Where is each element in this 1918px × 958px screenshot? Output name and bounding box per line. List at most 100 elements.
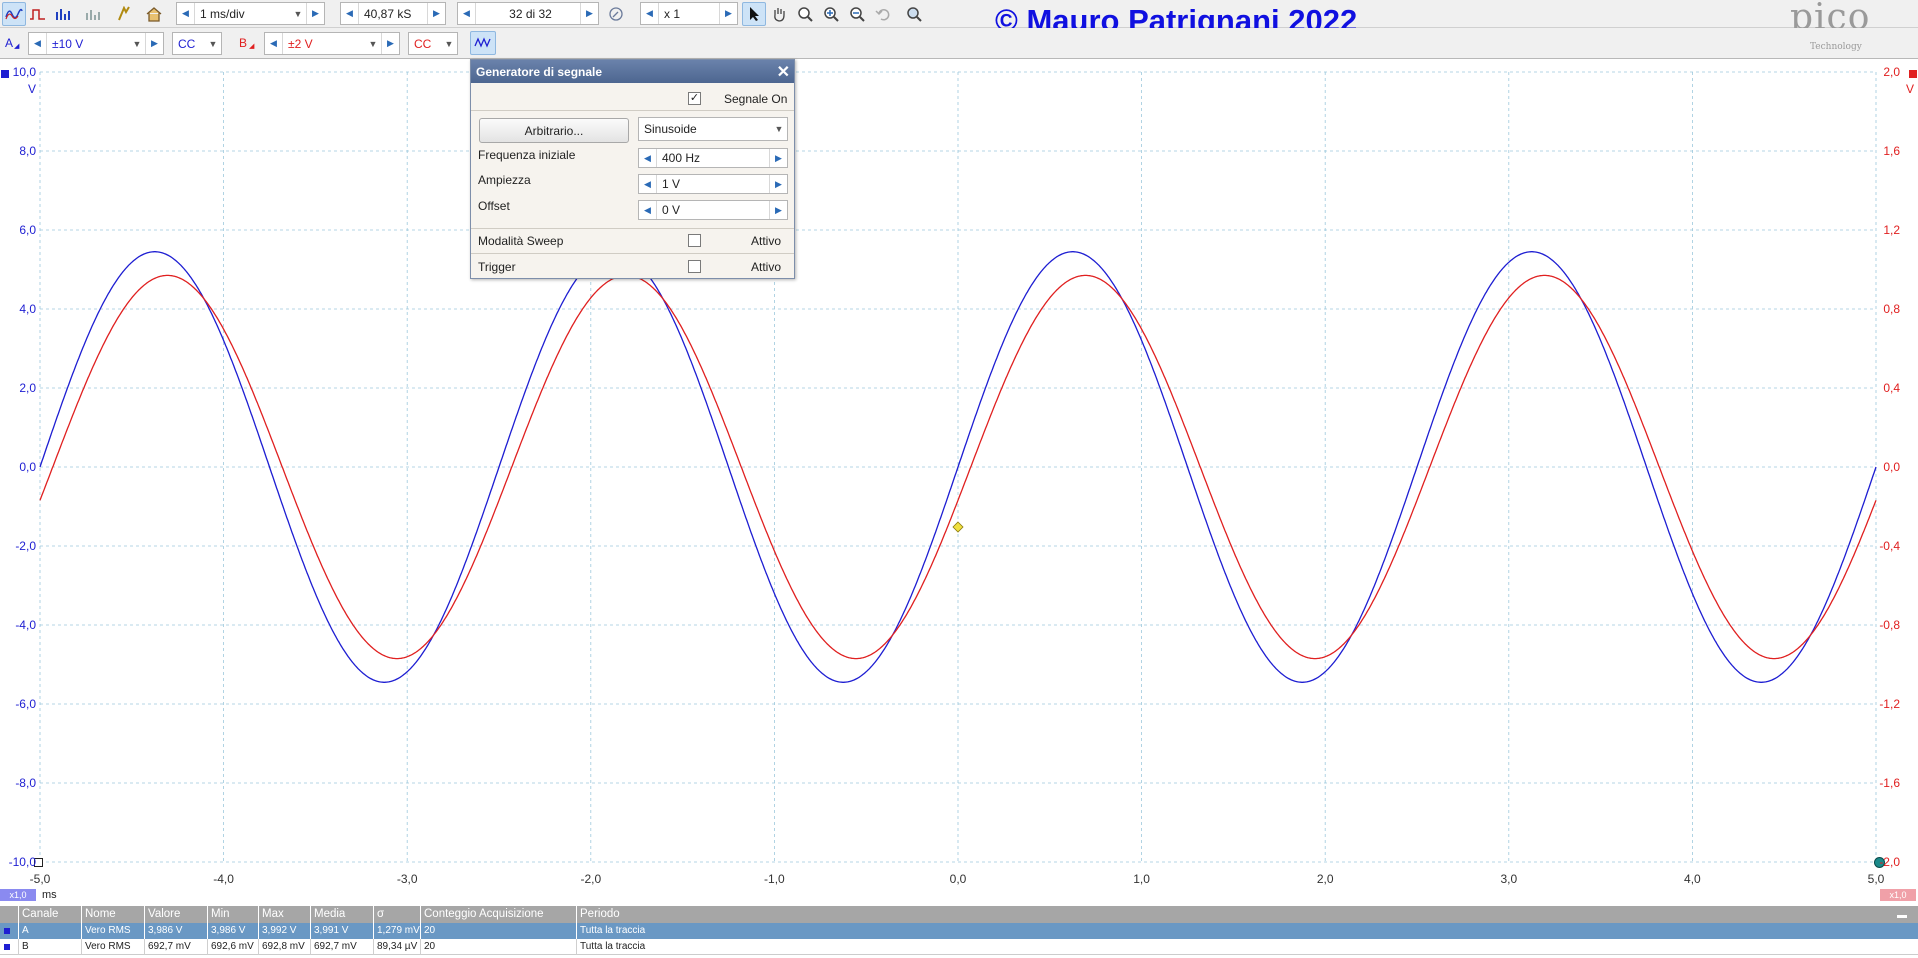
sweep-active-label: Attivo	[751, 234, 782, 248]
channel-b-coupling-select[interactable]: CC ▼	[408, 32, 458, 55]
channel-b-range-increase-icon[interactable]: ▶	[381, 33, 399, 54]
zoom-in-icon[interactable]	[819, 2, 843, 26]
trigger-label: Trigger	[478, 260, 516, 274]
table-row[interactable]: B Vero RMS 692,7 mV 692,6 mV 692,8 mV 69…	[0, 939, 1918, 955]
channel-b-range-decrease-icon[interactable]: ◀	[265, 33, 283, 54]
channel-a-menu-icon[interactable]: ◢	[14, 42, 19, 50]
pico-logo-subtitle: Technology	[1810, 42, 1862, 52]
channel-options-icon[interactable]	[82, 2, 106, 26]
signal-generator-toggle-icon[interactable]	[470, 31, 496, 55]
zoom-region-icon[interactable]	[793, 2, 817, 26]
channel-a-range-decrease-icon[interactable]: ◀	[29, 33, 47, 54]
offset-increase-icon[interactable]: ▶	[769, 201, 787, 219]
table-row[interactable]: A Vero RMS 3,986 V 3,986 V 3,992 V 3,991…	[0, 923, 1918, 939]
y-left-tick-label: 10,0	[12, 65, 36, 79]
spectrum-mode-icon[interactable]	[52, 2, 76, 26]
samples-value: 40,87 kS	[364, 6, 412, 21]
scope-mode-icon[interactable]	[2, 2, 26, 26]
dialog-titlebar[interactable]: Generatore di segnale ✕	[471, 60, 794, 83]
offset-decrease-icon[interactable]: ◀	[639, 201, 657, 219]
buffer-previous-icon[interactable]: ◀	[458, 3, 476, 24]
zoom-factor-value: x 1	[664, 6, 681, 21]
amplitude-decrease-icon[interactable]: ◀	[639, 175, 657, 193]
start-frequency-field[interactable]: ◀ 400 Hz ▶	[638, 148, 788, 168]
offset-field[interactable]: ◀ 0 V ▶	[638, 200, 788, 220]
column-header[interactable]: Canale	[18, 906, 81, 923]
channel-b-marker-icon[interactable]	[1909, 70, 1917, 78]
samples-selector[interactable]: ◀ 40,87 kS ▶	[340, 2, 446, 25]
table-cell: 3,992 V	[258, 923, 310, 939]
timebase-selector[interactable]: ◀ 1 ms/div ▼ ▶	[176, 2, 325, 25]
start-frequency-value: 400 Hz	[662, 151, 701, 165]
x-tick-label: 3,0	[1500, 872, 1518, 886]
samples-decrease-icon[interactable]: ◀	[341, 3, 359, 24]
channel-a-coupling-select[interactable]: CC ▼	[172, 32, 222, 55]
chevron-down-icon[interactable]: ▼	[129, 39, 145, 49]
table-cell: 20	[420, 923, 576, 939]
channel-b-label[interactable]: B	[239, 36, 247, 50]
undo-zoom-icon[interactable]	[871, 2, 895, 26]
divider	[471, 253, 794, 254]
buffer-navigator[interactable]: ◀ 32 di 32 ▶	[457, 2, 599, 25]
timebase-decrease-icon[interactable]: ◀	[177, 3, 195, 24]
buffer-next-icon[interactable]: ▶	[580, 3, 598, 24]
signal-generator-dialog: Generatore di segnale ✕ ✓ Segnale On Arb…	[470, 59, 795, 279]
channel-a-range-increase-icon[interactable]: ▶	[145, 33, 163, 54]
amplitude-field[interactable]: ◀ 1 V ▶	[638, 174, 788, 194]
chevron-down-icon[interactable]: ▼	[205, 39, 221, 49]
waveform-select[interactable]: Sinusoide ▼	[638, 117, 788, 141]
waveform-plot[interactable]	[0, 60, 1918, 907]
channel-a-coupling-value: CC	[178, 36, 196, 51]
y-left-tick-label: 8,0	[19, 144, 36, 158]
zoom-out-icon[interactable]	[845, 2, 869, 26]
chevron-down-icon[interactable]: ▼	[365, 39, 381, 49]
persistence-mode-icon[interactable]	[26, 2, 50, 26]
y-right-tick-label: -1,6	[1879, 776, 1900, 790]
column-header[interactable]: Periodo	[576, 906, 1896, 923]
trigger-active-checkbox[interactable]	[688, 260, 701, 273]
x-scale-right-badge[interactable]: x1,0	[1880, 889, 1916, 901]
y-right-tick-label: 0,8	[1883, 302, 1900, 316]
start-frequency-decrease-icon[interactable]: ◀	[639, 149, 657, 167]
amplitude-increase-icon[interactable]: ▶	[769, 175, 787, 193]
signal-generator-icon[interactable]	[112, 2, 136, 26]
column-header[interactable]: Conteggio Acquisizione	[420, 906, 576, 923]
start-frequency-increase-icon[interactable]: ▶	[769, 149, 787, 167]
channel-a-label[interactable]: A	[5, 36, 13, 50]
column-header[interactable]: Min	[207, 906, 258, 923]
hand-tool-icon[interactable]	[767, 2, 791, 26]
y-left-tick-label: -8,0	[15, 776, 36, 790]
zoom-fit-icon[interactable]	[902, 2, 926, 26]
minimize-icon[interactable]: ▬	[1897, 910, 1907, 921]
buffer-overview-icon[interactable]	[604, 2, 628, 26]
zoom-factor-decrease-icon[interactable]: ◀	[641, 3, 659, 24]
column-header[interactable]: Media	[310, 906, 373, 923]
column-header[interactable]: Valore	[144, 906, 207, 923]
channel-b-menu-icon[interactable]: ◢	[249, 42, 254, 50]
chevron-down-icon[interactable]: ▼	[441, 39, 457, 49]
column-header[interactable]: σ	[373, 906, 420, 923]
channel-b-range-selector[interactable]: ◀ ±2 V ▼ ▶	[264, 32, 400, 55]
zoom-factor-selector[interactable]: ◀ x 1 ▶	[640, 2, 738, 25]
pointer-tool-icon[interactable]	[742, 2, 766, 26]
x-scale-left-badge[interactable]: x1,0	[0, 889, 36, 901]
table-cell: 3,991 V	[310, 923, 373, 939]
chevron-down-icon[interactable]: ▼	[290, 9, 306, 19]
column-header[interactable]: Max	[258, 906, 310, 923]
scope-plot[interactable]: V V 10,0 8,0 6,0 4,0 2,0 0,0 -2,0 -4,0 -6,0 -8,0 -…	[0, 60, 1918, 907]
home-icon[interactable]	[142, 2, 166, 26]
close-icon[interactable]: ✕	[777, 62, 790, 82]
channel-b-range-value: ±2 V	[288, 36, 313, 51]
arbitrary-button[interactable]: Arbitrario...	[479, 118, 629, 143]
column-header[interactable]: Nome	[81, 906, 144, 923]
channel-a-range-selector[interactable]: ◀ ±10 V ▼ ▶	[28, 32, 164, 55]
signal-on-checkbox[interactable]: ✓	[688, 92, 701, 105]
table-cell: Vero RMS	[81, 923, 144, 939]
samples-increase-icon[interactable]: ▶	[427, 3, 445, 24]
chevron-down-icon[interactable]: ▼	[771, 124, 787, 134]
zoom-factor-increase-icon[interactable]: ▶	[719, 3, 737, 24]
channel-toolbar: A ◢ ◀ ±10 V ▼ ▶ CC ▼ B ◢ ◀ ±2 V ▼ ▶ CC ▼	[0, 28, 1918, 59]
table-cell: 3,986 V	[207, 923, 258, 939]
timebase-increase-icon[interactable]: ▶	[306, 3, 324, 24]
sweep-active-checkbox[interactable]	[688, 234, 701, 247]
